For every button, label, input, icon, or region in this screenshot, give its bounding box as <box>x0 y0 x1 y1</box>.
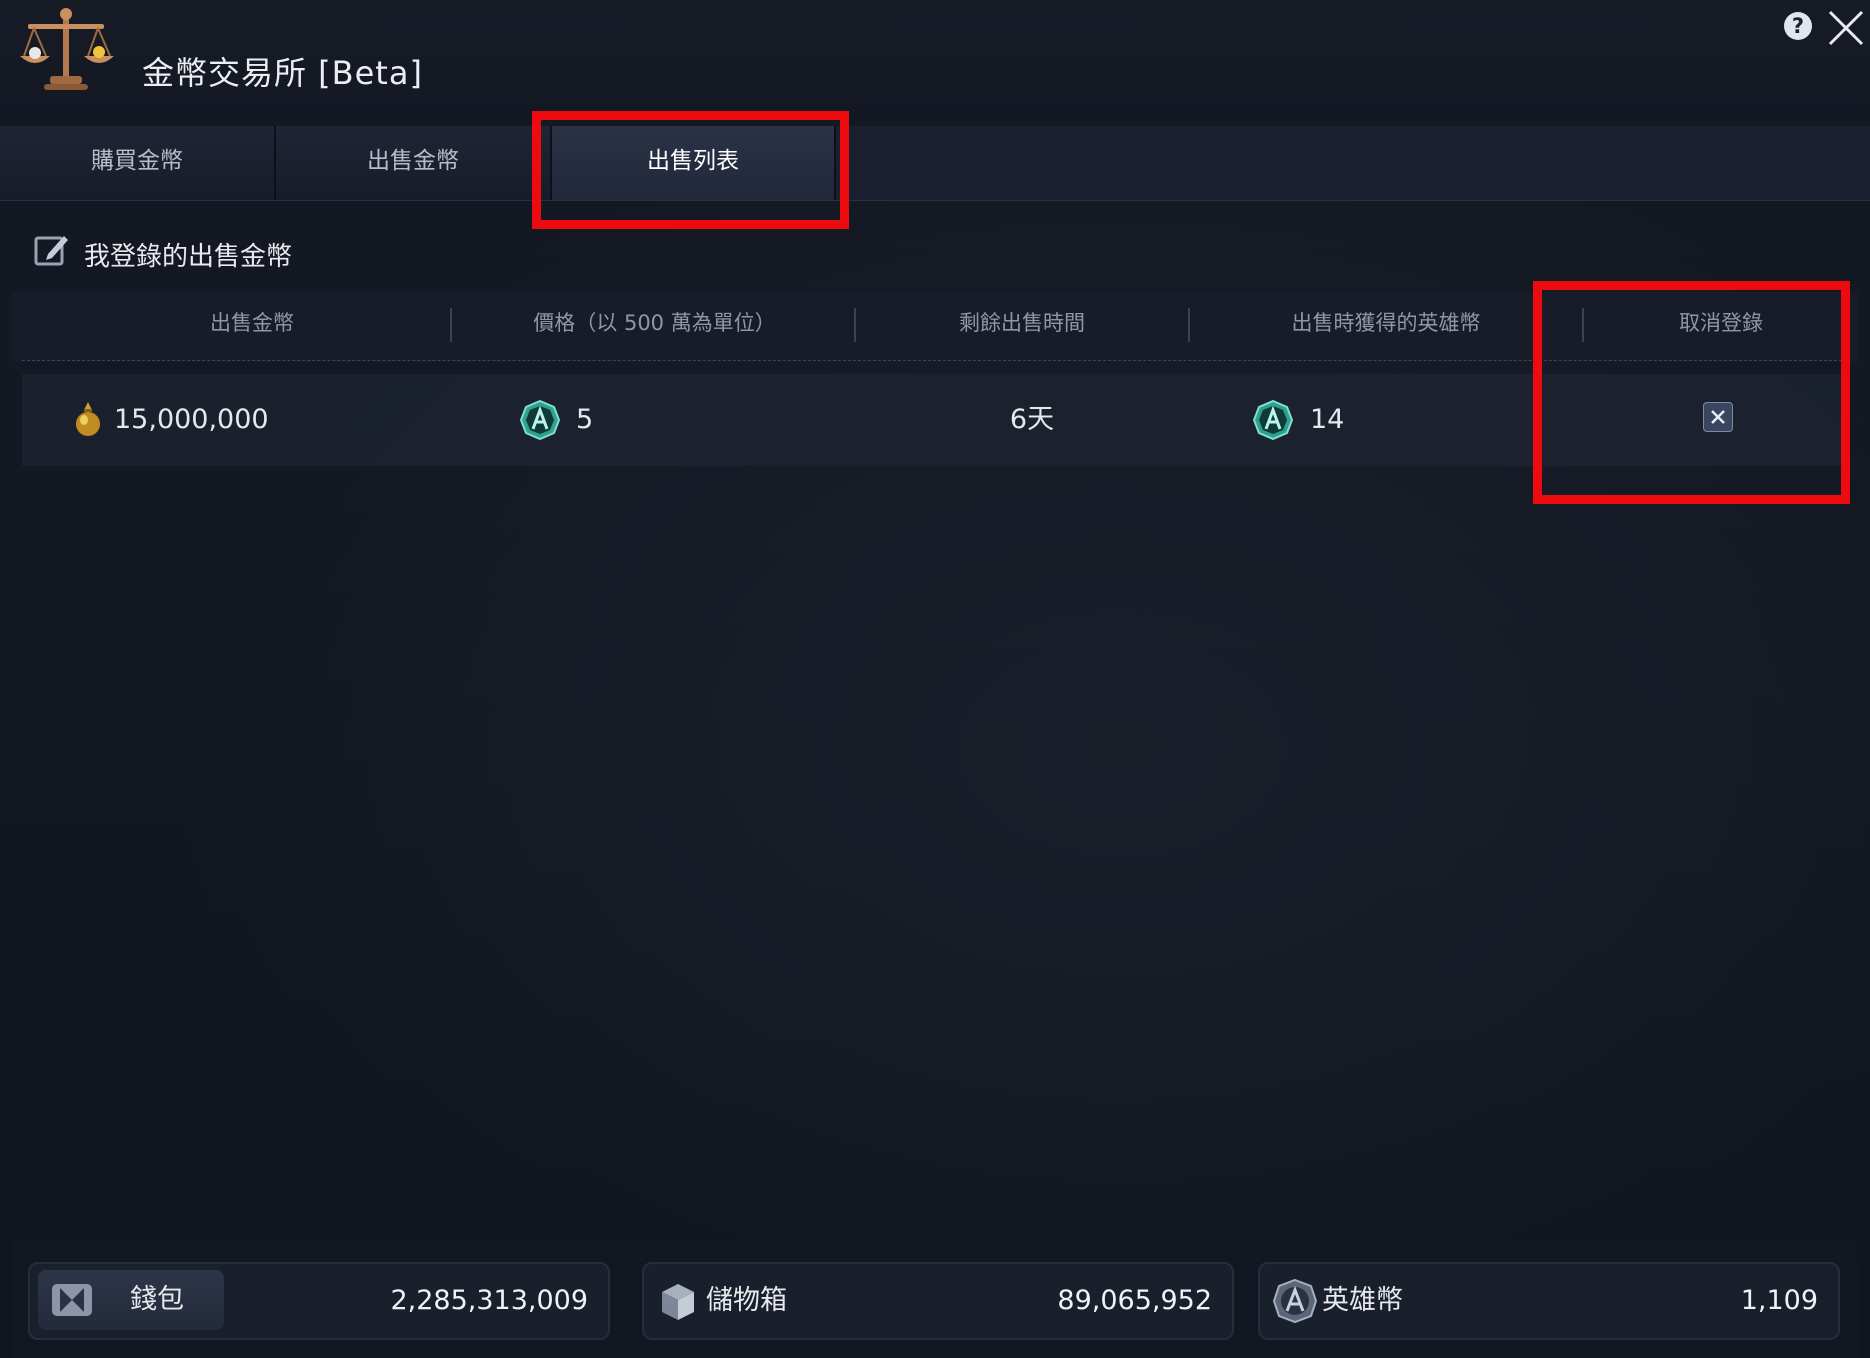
table-header: 出售金幣 價格（以 500 萬為單位） 剩餘出售時間 出售時獲得的英雄幣 取消登… <box>12 292 1858 362</box>
price-value: 5 <box>576 404 594 435</box>
gold-exchange-window: 金幣交易所 [Beta] ? 購買金幣 出售金幣 出售列表 我登錄的出售金幣 出… <box>0 0 1870 1358</box>
wallet-button[interactable]: 錢包 <box>38 1270 224 1330</box>
remaining-time: 6天 <box>1009 404 1055 435</box>
table-row[interactable]: 15,000,000 5 6天 14 <box>22 374 1842 466</box>
wallet-icon <box>52 1284 92 1316</box>
storage-chest-icon <box>662 1284 694 1320</box>
wallet-panel: 錢包 2,285,313,009 <box>28 1262 610 1340</box>
scales-icon <box>20 8 114 90</box>
wallet-label: 錢包 <box>130 1284 184 1315</box>
hero-coins-received: 14 <box>1310 404 1345 435</box>
hero-coin-icon <box>520 400 560 440</box>
tab-sell-gold[interactable]: 出售金幣 <box>276 126 552 200</box>
hero-coin-value: 1,109 <box>1740 1285 1818 1316</box>
column-header-remaining-time: 剩餘出售時間 <box>959 311 1085 335</box>
edit-icon <box>34 236 68 266</box>
hero-coin-panel: 英雄幣 1,109 <box>1258 1262 1840 1340</box>
column-header-cancel: 取消登錄 <box>1679 311 1763 335</box>
footer-bar: 錢包 2,285,313,009 儲物箱 89,065,952 英雄幣 1,10… <box>12 1240 1858 1358</box>
wallet-value: 2,285,313,009 <box>390 1285 588 1316</box>
close-icon[interactable] <box>1824 6 1868 50</box>
hero-coin-icon <box>1272 1278 1318 1324</box>
column-header-price: 價格（以 500 萬為單位） <box>533 311 776 335</box>
tab-bar: 購買金幣 出售金幣 出售列表 <box>0 126 1870 201</box>
column-header-gold: 出售金幣 <box>210 311 294 335</box>
storage-value: 89,065,952 <box>1057 1285 1212 1316</box>
help-icon[interactable]: ? <box>1784 12 1812 40</box>
section-title: 我登錄的出售金幣 <box>84 242 293 272</box>
header-divider <box>22 360 1842 361</box>
hero-coin-icon <box>1253 400 1293 440</box>
window-title: 金幣交易所 [Beta] <box>142 54 423 92</box>
storage-panel: 儲物箱 89,065,952 <box>642 1262 1234 1340</box>
column-header-hero-coins: 出售時獲得的英雄幣 <box>1291 311 1481 335</box>
gold-amount: 15,000,000 <box>114 404 269 435</box>
gold-pouch-icon <box>76 402 100 436</box>
title-bar: 金幣交易所 [Beta] ? <box>0 0 1870 125</box>
tab-buy-gold[interactable]: 購買金幣 <box>0 126 276 200</box>
cancel-listing-button[interactable] <box>1703 402 1733 432</box>
tab-sell-list[interactable]: 出售列表 <box>552 126 836 200</box>
storage-label: 儲物箱 <box>706 1285 787 1316</box>
cancel-x-icon <box>1711 410 1725 424</box>
hero-coin-label: 英雄幣 <box>1322 1285 1403 1316</box>
